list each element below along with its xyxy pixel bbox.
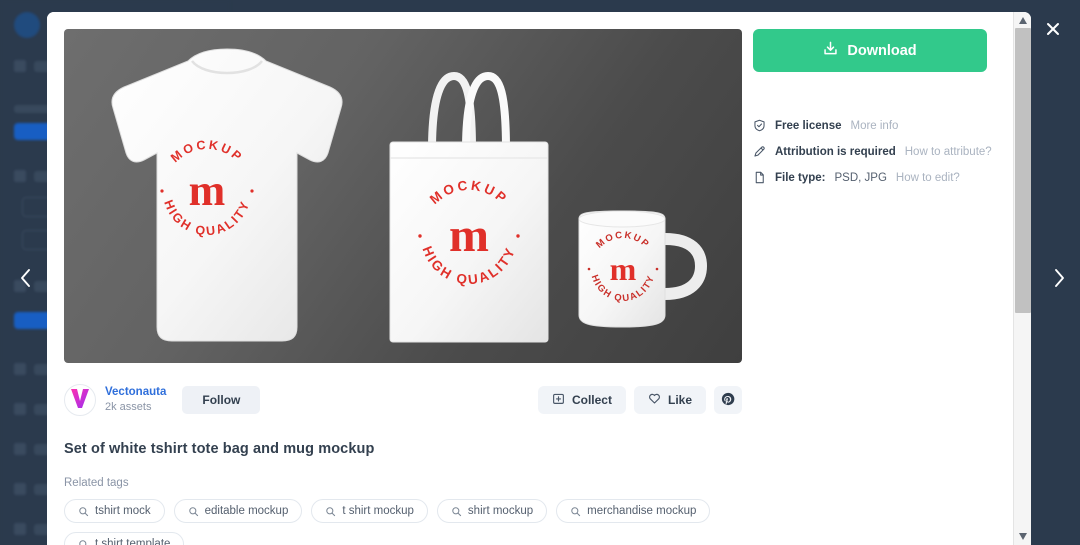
search-icon	[78, 539, 89, 545]
scroll-down-arrow[interactable]	[1014, 529, 1031, 544]
tshirt-mockup: m MOCKUP HIGH QUALITY	[92, 47, 362, 347]
search-icon	[78, 506, 89, 517]
svg-text:MOCKUP: MOCKUP	[427, 180, 511, 207]
related-tag-chip[interactable]: merchandise mockup	[556, 499, 711, 523]
action-button-group: Collect Like	[537, 386, 742, 414]
author-meta: Vectonauta 2k assets	[105, 385, 166, 415]
like-label: Like	[667, 393, 692, 407]
download-label: Download	[847, 42, 917, 59]
related-tags-label: Related tags	[64, 477, 129, 489]
how-to-attribute-link[interactable]: How to attribute?	[905, 146, 992, 158]
avatar[interactable]	[64, 384, 96, 416]
shield-check-icon	[753, 119, 766, 132]
asset-preview-image[interactable]: m MOCKUP HIGH QUALITY m MOCKUP HIGH QUAL…	[64, 29, 742, 363]
page-title: Set of white tshirt tote bag and mug moc…	[64, 441, 375, 457]
background-icon	[14, 523, 26, 535]
background-icon	[14, 403, 26, 415]
mug-mockup: m MOCKUP HIGH QUALITY	[569, 207, 719, 332]
how-to-edit-link[interactable]: How to edit?	[896, 172, 960, 184]
svg-text:HIGH QUALITY: HIGH QUALITY	[589, 273, 658, 304]
related-tag-chip[interactable]: tshirt mock	[64, 499, 165, 523]
collect-label: Collect	[571, 393, 612, 407]
license-row-free: Free license More info	[753, 119, 1001, 132]
related-tag-chip[interactable]: shirt mockup	[436, 499, 548, 523]
folder-plus-icon	[552, 392, 565, 408]
background-logo	[14, 12, 40, 38]
search-icon	[451, 506, 462, 517]
license-row-attribution: Attribution is required How to attribute…	[753, 145, 1001, 158]
author-action-row: Vectonauta 2k assets Follow Collect Like	[64, 381, 742, 419]
background-icon	[14, 170, 26, 182]
chevron-right-icon	[1052, 267, 1067, 294]
related-tag-label: editable mockup	[204, 505, 289, 517]
license-info-block: Free license More info Attribution is re…	[753, 119, 1001, 184]
heart-icon	[648, 392, 661, 408]
svg-text:MOCKUP: MOCKUP	[594, 231, 652, 251]
license-free-label: Free license	[775, 119, 842, 132]
svg-text:HIGH QUALITY: HIGH QUALITY	[419, 244, 518, 287]
next-asset-button[interactable]	[1043, 264, 1075, 296]
modal-scrollbar[interactable]	[1013, 12, 1031, 545]
mockup-stamp: m MOCKUP HIGH QUALITY	[155, 139, 259, 243]
file-type-label: File type:	[775, 171, 826, 184]
pinterest-icon	[721, 392, 735, 409]
search-icon	[325, 506, 336, 517]
more-info-link[interactable]: More info	[850, 120, 898, 132]
related-tags-list: tshirt mock editable mockup t shirt mockup…	[64, 499, 784, 545]
download-icon	[823, 41, 838, 60]
modal-content: m MOCKUP HIGH QUALITY m MOCKUP HIGH QUAL…	[47, 12, 1013, 545]
collect-button[interactable]: Collect	[537, 386, 626, 414]
background-icon	[14, 483, 26, 495]
download-button[interactable]: Download	[753, 29, 987, 72]
scrollbar-thumb[interactable]	[1015, 28, 1031, 313]
background-icon	[14, 363, 26, 375]
pen-icon	[753, 145, 766, 158]
close-icon	[1045, 21, 1061, 42]
mockup-stamp: m MOCKUP HIGH QUALITY	[413, 180, 525, 292]
previous-asset-button[interactable]	[9, 264, 41, 296]
file-icon	[753, 171, 766, 184]
pinterest-share-button[interactable]	[714, 386, 742, 414]
related-tag-label: t shirt template	[95, 538, 171, 545]
mockup-stamp: m MOCKUP HIGH QUALITY	[585, 231, 661, 307]
svg-text:HIGH QUALITY: HIGH QUALITY	[161, 198, 253, 238]
asset-detail-modal: m MOCKUP HIGH QUALITY m MOCKUP HIGH QUAL…	[47, 12, 1031, 545]
svg-text:MOCKUP: MOCKUP	[168, 139, 246, 165]
background-icon	[14, 60, 26, 72]
attribution-label: Attribution is required	[775, 145, 896, 158]
related-tag-label: t shirt mockup	[342, 505, 414, 517]
related-tag-label: tshirt mock	[95, 505, 151, 517]
follow-button[interactable]: Follow	[182, 386, 261, 414]
license-row-filetype: File type: PSD, JPG How to edit?	[753, 171, 1001, 184]
tote-bag-mockup: m MOCKUP HIGH QUALITY	[384, 54, 554, 349]
related-tag-chip[interactable]: editable mockup	[173, 499, 303, 523]
close-modal-button[interactable]	[1038, 16, 1068, 46]
like-button[interactable]: Like	[633, 386, 706, 414]
chevron-left-icon	[18, 267, 33, 294]
related-tag-chip[interactable]: t shirt mockup	[311, 499, 428, 523]
author-name[interactable]: Vectonauta	[105, 385, 166, 399]
related-tag-label: shirt mockup	[467, 505, 534, 517]
vectonauta-v-avatar-icon	[68, 386, 92, 415]
related-tag-label: merchandise mockup	[587, 505, 697, 517]
background-icon	[14, 443, 26, 455]
search-icon	[188, 506, 199, 517]
file-type-value: PSD, JPG	[834, 171, 887, 184]
scroll-up-arrow[interactable]	[1014, 13, 1031, 28]
related-tag-chip[interactable]: t shirt template	[64, 532, 185, 545]
author-asset-count: 2k assets	[105, 401, 152, 414]
asset-sidebar-panel: Download Free license More info Attribut…	[753, 29, 1001, 184]
search-icon	[570, 506, 581, 517]
